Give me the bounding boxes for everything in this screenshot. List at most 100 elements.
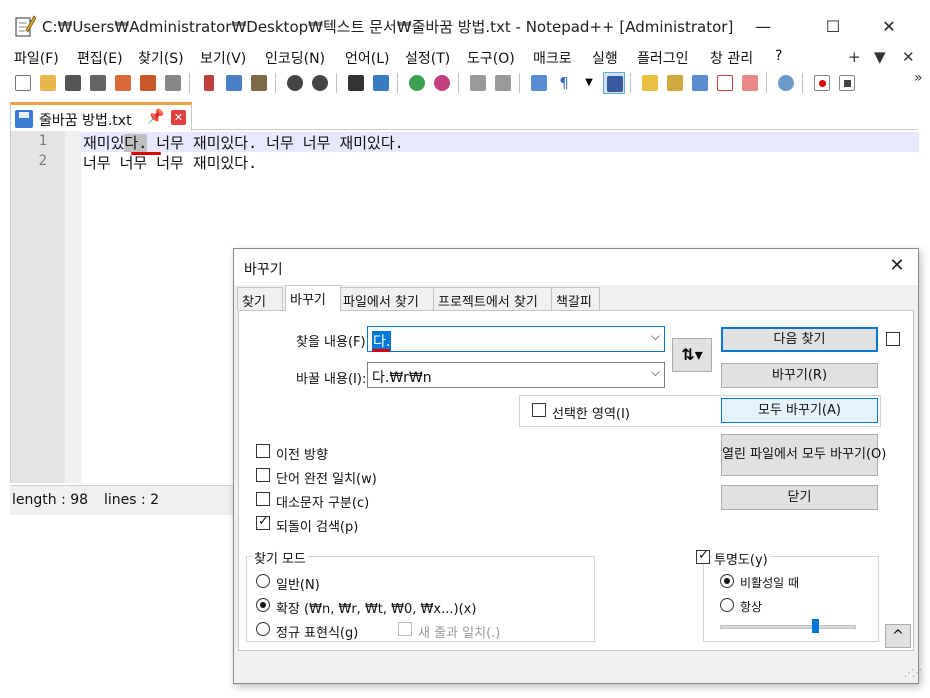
maximize-button[interactable]: ☐: [810, 8, 856, 44]
dialog-title: 바꾸기: [244, 262, 283, 278]
toolbar-overflow-icon[interactable]: »: [914, 70, 923, 86]
chevron-down-icon[interactable]: ⌵: [651, 365, 660, 380]
user-lang-icon[interactable]: [639, 72, 661, 94]
find-what-combo[interactable]: 다. ⌵: [367, 326, 665, 352]
close-all-icon[interactable]: [137, 72, 159, 94]
in-selection-checkbox[interactable]: [532, 403, 546, 417]
transparency-on-lose-focus-radio[interactable]: [720, 574, 734, 588]
menu-plugins[interactable]: 플러그인: [637, 48, 689, 68]
show-all-chars-icon[interactable]: ¶: [553, 72, 575, 94]
close-window-button[interactable]: ✕: [866, 8, 912, 44]
menu-macro[interactable]: 매크로: [533, 48, 572, 68]
swap-find-replace-button[interactable]: ⇅▾: [672, 338, 712, 372]
document-tab[interactable]: 줄바꿈 방법.txt 📌 ✕: [10, 102, 192, 131]
menu-edit[interactable]: 편집(E): [77, 48, 123, 68]
monitoring-icon[interactable]: [775, 72, 797, 94]
annotation-underline: [372, 349, 390, 352]
fold-margin: [65, 131, 81, 483]
find-icon[interactable]: [345, 72, 367, 94]
code-line-2[interactable]: 너무 너무 너무 재미있다.: [83, 152, 257, 173]
stop-macro-icon[interactable]: [836, 72, 858, 94]
saved-file-icon: [15, 110, 33, 128]
menu-window[interactable]: 창 관리: [710, 48, 753, 68]
dropdown-icon[interactable]: ▼: [578, 72, 600, 94]
tab-mark[interactable]: 책갈피: [551, 287, 600, 310]
replace-all-open-docs-button[interactable]: 열린 파일에서 모두 바꾸기(O): [721, 434, 886, 476]
menu-search[interactable]: 찾기(S): [138, 48, 184, 68]
selected-match: 다.: [124, 134, 148, 152]
match-case-label: 대소문자 구분(c): [276, 496, 370, 511]
transparency-slider[interactable]: [720, 625, 856, 629]
new-file-icon[interactable]: [12, 72, 34, 94]
tab-find[interactable]: 찾기: [237, 287, 283, 310]
close-file-icon[interactable]: [112, 72, 134, 94]
wrap-around-checkbox[interactable]: [256, 514, 270, 530]
undo-icon[interactable]: [284, 72, 306, 94]
tab-find-in-files[interactable]: 파일에서 찾기: [338, 287, 434, 310]
doc-map-icon[interactable]: [664, 72, 686, 94]
menu-language[interactable]: 언어(L): [345, 48, 389, 68]
save-all-icon[interactable]: [87, 72, 109, 94]
zoom-in-icon[interactable]: [406, 72, 428, 94]
function-list-icon[interactable]: [714, 72, 736, 94]
copy-icon[interactable]: [223, 72, 245, 94]
print-icon[interactable]: [162, 72, 184, 94]
new-tab-icon[interactable]: +: [848, 48, 861, 66]
collapse-dialog-button[interactable]: ^: [885, 624, 911, 648]
paste-icon[interactable]: [248, 72, 270, 94]
transparency-checkbox[interactable]: [696, 548, 710, 564]
mode-regex-radio[interactable]: [256, 622, 270, 636]
replace-icon[interactable]: [370, 72, 392, 94]
dialog-title-bar: 바꾸기 ✕: [234, 249, 918, 285]
cut-icon[interactable]: [198, 72, 220, 94]
close-doc-icon[interactable]: ✕: [902, 48, 915, 66]
tab-replace[interactable]: 바꾸기: [285, 285, 341, 311]
backward-label: 이전 방향: [276, 448, 328, 463]
sync-horizontal-icon[interactable]: [492, 72, 514, 94]
sync-vertical-icon[interactable]: [467, 72, 489, 94]
replace-button[interactable]: 바꾸기(R): [721, 363, 878, 388]
tab-list-icon[interactable]: ▼: [874, 48, 886, 66]
whole-word-checkbox[interactable]: [256, 468, 270, 482]
whole-word-label: 단어 완전 일치(w): [276, 472, 377, 487]
chevron-down-icon[interactable]: ⌵: [651, 329, 660, 344]
mode-extended-radio[interactable]: [256, 598, 270, 612]
redo-icon[interactable]: [309, 72, 331, 94]
tab-find-in-projects[interactable]: 프로젝트에서 찾기: [433, 287, 552, 310]
mode-normal-radio[interactable]: [256, 574, 270, 588]
close-tab-icon[interactable]: ✕: [171, 110, 186, 125]
open-file-icon[interactable]: [37, 72, 59, 94]
transparency-always-radio[interactable]: [720, 598, 734, 612]
backward-checkbox[interactable]: [256, 444, 270, 458]
menu-help[interactable]: ?: [775, 48, 782, 64]
menu-tools[interactable]: 도구(O): [467, 48, 515, 68]
zoom-out-icon[interactable]: [431, 72, 453, 94]
replace-all-button[interactable]: 모두 바꾸기(A): [721, 398, 878, 423]
word-wrap-icon[interactable]: [528, 72, 550, 94]
dot-matches-newline-label: 새 줄과 일치(.): [418, 626, 501, 641]
transparency-slider-thumb[interactable]: [812, 619, 820, 633]
dot-matches-newline-checkbox[interactable]: [398, 622, 412, 636]
menu-encoding[interactable]: 인코딩(N): [265, 48, 325, 68]
menu-file[interactable]: 파일(F): [14, 48, 59, 68]
transparency-always-label: 항상: [740, 600, 763, 614]
resize-grip-icon[interactable]: ⋰⋰: [904, 668, 922, 679]
indent-guide-icon[interactable]: [603, 72, 625, 94]
transparency-title: 투명도(y): [712, 549, 770, 568]
code-line-1[interactable]: 재미있다. 너무 재미있다. 너무 너무 재미있다.: [83, 132, 404, 153]
close-dialog-button[interactable]: 닫기: [721, 485, 878, 510]
menu-run[interactable]: 실행: [592, 48, 618, 68]
save-icon[interactable]: [62, 72, 84, 94]
record-macro-icon[interactable]: [811, 72, 833, 94]
pin-icon[interactable]: 📌: [147, 109, 164, 125]
find-next-direction-checkbox[interactable]: [886, 332, 900, 346]
menu-view[interactable]: 보기(V): [200, 48, 246, 68]
menu-settings[interactable]: 설정(T): [405, 48, 450, 68]
dialog-close-button[interactable]: ✕: [882, 255, 912, 279]
folder-workspace-icon[interactable]: [739, 72, 761, 94]
match-case-checkbox[interactable]: [256, 492, 270, 506]
find-next-button[interactable]: 다음 찾기: [721, 327, 878, 352]
doc-list-icon[interactable]: [689, 72, 711, 94]
minimize-button[interactable]: —: [740, 8, 786, 44]
replace-with-combo[interactable]: 다.₩r₩n ⌵: [367, 362, 665, 388]
